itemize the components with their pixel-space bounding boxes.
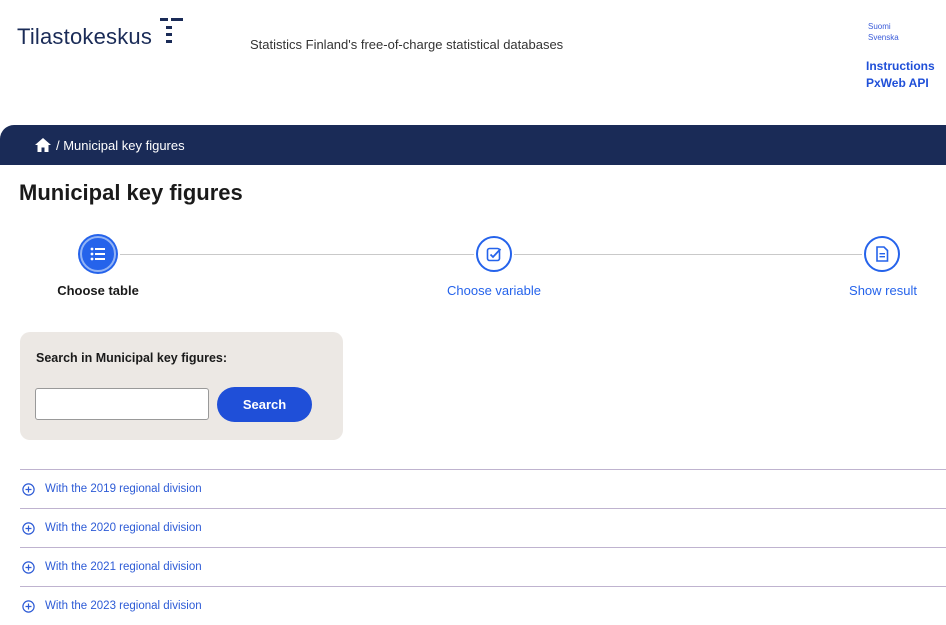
logo-text: Tilastokeskus <box>17 24 153 49</box>
accordion-label: With the 2020 regional division <box>45 522 202 534</box>
language-switcher: Suomi Svenska <box>868 21 899 43</box>
search-input[interactable] <box>35 388 209 420</box>
lang-link-suomi[interactable]: Suomi <box>868 21 899 32</box>
page-title: Municipal key figures <box>19 180 243 205</box>
site-tagline: Statistics Finland's free-of-charge stat… <box>250 37 564 52</box>
breadcrumb: / Municipal key figures <box>0 125 946 165</box>
home-icon[interactable] <box>34 136 52 154</box>
accordion-item-2021[interactable]: With the 2021 regional division <box>20 547 946 586</box>
step-choose-variable-icon[interactable] <box>476 236 512 272</box>
accordion-item-2020[interactable]: With the 2020 regional division <box>20 508 946 547</box>
step-show-result-icon[interactable] <box>864 236 900 272</box>
search-button[interactable]: Search <box>217 387 312 422</box>
expand-plus-icon <box>22 560 35 574</box>
instructions-link[interactable]: Instructions <box>866 58 935 75</box>
site-logo[interactable]: Tilastokeskus <box>17 18 186 52</box>
step-show-result-label[interactable]: Show result <box>838 283 928 298</box>
progress-stepper: Choose table Choose variable Show result <box>0 230 946 310</box>
expand-plus-icon <box>22 521 35 535</box>
expand-plus-icon <box>22 599 35 613</box>
expand-plus-icon <box>22 482 35 496</box>
step-choose-variable-label[interactable]: Choose variable <box>434 283 554 298</box>
search-panel: Search in Municipal key figures: Search <box>20 332 343 440</box>
breadcrumb-current: / Municipal key figures <box>56 137 185 153</box>
step-choose-table-label[interactable]: Choose table <box>52 283 144 298</box>
search-label: Search in Municipal key figures: <box>36 351 228 365</box>
accordion-item-2019[interactable]: With the 2019 regional division <box>20 469 946 508</box>
stepper-connector <box>120 254 474 255</box>
logo-mark-icon <box>160 18 184 43</box>
stepper-connector <box>514 254 862 255</box>
pxweb-api-link[interactable]: PxWeb API <box>866 75 935 92</box>
accordion-label: With the 2019 regional division <box>45 483 202 495</box>
accordion-label: With the 2023 regional division <box>45 600 202 612</box>
accordion-item-2023[interactable]: With the 2023 regional division <box>20 586 946 625</box>
step-choose-table-icon[interactable] <box>80 236 116 272</box>
utility-links: Instructions PxWeb API <box>866 58 935 92</box>
regional-division-list: With the 2019 regional division With the… <box>20 469 946 625</box>
lang-link-svenska[interactable]: Svenska <box>868 32 899 43</box>
accordion-label: With the 2021 regional division <box>45 561 202 573</box>
